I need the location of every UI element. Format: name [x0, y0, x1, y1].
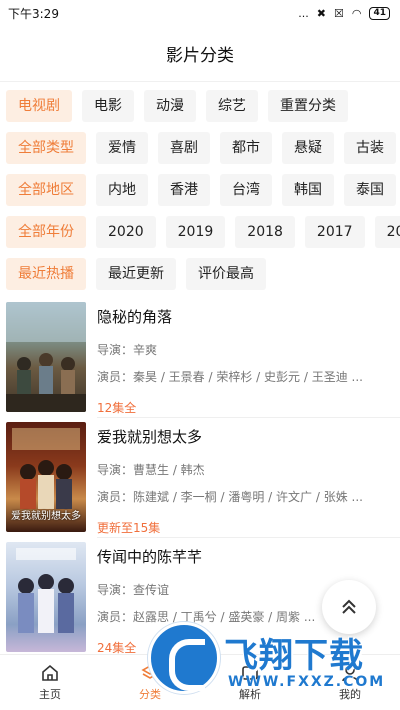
chip-genre-mystery[interactable]: 悬疑: [282, 132, 334, 164]
status-icons: ... ✖ ☒ ◠ 41: [298, 6, 390, 20]
show-poster: [6, 302, 86, 412]
filter-row-genre: 全部类型 爱情 喜剧 都市 悬疑 古装: [6, 132, 400, 166]
status-time: 下午3:29: [8, 6, 59, 21]
chip-sort-rating[interactable]: 评价最高: [186, 258, 266, 290]
poster-art: [6, 302, 86, 412]
show-title[interactable]: 传闻中的陈芊芊: [97, 546, 387, 567]
chip-region-taiwan[interactable]: 台湾: [220, 174, 272, 206]
tab-home[interactable]: 主页: [0, 655, 100, 710]
show-info: 隐秘的角落 导演：辛爽 演员：秦昊 / 王景春 / 荣梓杉 / 史彭元 / 王圣…: [97, 298, 387, 416]
chip-year-2016[interactable]: 2016: [374, 216, 400, 248]
list-item[interactable]: 隐秘的角落 导演：辛爽 演员：秦昊 / 王景春 / 荣梓杉 / 史彭元 / 王圣…: [0, 298, 400, 418]
page-header: 影片分类: [0, 26, 400, 82]
chip-sort-updated[interactable]: 最近更新: [96, 258, 176, 290]
chip-region-korea[interactable]: 韩国: [282, 174, 334, 206]
chip-year-2020[interactable]: 2020: [96, 216, 156, 248]
more-dots-icon: ...: [298, 6, 309, 20]
chip-year-2018[interactable]: 2018: [235, 216, 295, 248]
chip-sort-hot[interactable]: 最近热播: [6, 258, 86, 290]
sim-icon: ☒: [333, 6, 344, 20]
filter-row-channel: 电视剧 电影 动漫 综艺 重置分类: [6, 90, 400, 124]
mute-icon: ✖: [316, 6, 326, 20]
show-poster: 爱我就别想太多: [6, 422, 86, 532]
tab-home-label: 主页: [39, 688, 61, 701]
chip-region-thailand[interactable]: 泰国: [344, 174, 396, 206]
chip-genre-urban[interactable]: 都市: [220, 132, 272, 164]
watermark: 飞翔下载 WWW.FXXZ.COM: [148, 622, 388, 700]
show-title[interactable]: 爱我就别想太多: [97, 426, 387, 447]
filter-row-region: 全部地区 内地 香港 台湾 韩国 泰国: [6, 174, 400, 208]
poster-art: [16, 548, 76, 633]
chip-channel-variety[interactable]: 综艺: [206, 90, 258, 122]
battery-icon: 41: [369, 6, 390, 20]
chip-region-all[interactable]: 全部地区: [6, 174, 86, 206]
show-cast: 演员：陈建斌 / 李一桐 / 潘粤明 / 许文广 / 张姝 ...: [97, 490, 363, 504]
watermark-url: WWW.FXXZ.COM: [228, 674, 386, 690]
poster-title: 爱我就别想太多: [11, 511, 81, 522]
chip-channel-movie[interactable]: 电影: [82, 90, 134, 122]
chip-genre-all[interactable]: 全部类型: [6, 132, 86, 164]
watermark-text: 飞翔下载: [224, 636, 364, 676]
watermark-logo-icon: [148, 622, 220, 694]
show-episodes: 12集全: [97, 401, 137, 415]
show-episodes: 更新至15集: [97, 521, 161, 535]
show-director: 导演：曹慧生 / 韩杰: [97, 463, 205, 477]
status-bar: 下午3:29 ... ✖ ☒ ◠ 41: [0, 0, 400, 26]
list-item[interactable]: 爱我就别想太多 爱我就别想太多 导演：曹慧生 / 韩杰 演员：陈建斌 / 李一桐…: [0, 418, 400, 538]
filter-row-year: 全部年份 2020 2019 2018 2017 2016: [6, 216, 400, 250]
chip-year-2019[interactable]: 2019: [165, 216, 226, 248]
show-title[interactable]: 隐秘的角落: [97, 306, 387, 327]
show-info: 爱我就别想太多 导演：曹慧生 / 韩杰 演员：陈建斌 / 李一桐 / 潘粤明 /…: [97, 418, 387, 536]
chip-region-mainland[interactable]: 内地: [96, 174, 148, 206]
chip-channel-tv[interactable]: 电视剧: [6, 90, 72, 122]
chip-region-hongkong[interactable]: 香港: [158, 174, 210, 206]
home-icon: [42, 664, 58, 681]
chip-channel-anime[interactable]: 动漫: [144, 90, 196, 122]
page-title: 影片分类: [166, 46, 234, 66]
show-cast: 演员：秦昊 / 王景春 / 荣梓杉 / 史彭元 / 王圣迪 ...: [97, 370, 363, 384]
wifi-icon: ◠: [351, 6, 362, 20]
chip-year-all[interactable]: 全部年份: [6, 216, 86, 248]
filter-row-sort: 最近热播 最近更新 评价最高: [6, 258, 400, 292]
double-chevron-up-icon: [342, 599, 356, 614]
chip-year-2017[interactable]: 2017: [304, 216, 365, 248]
chip-genre-costume[interactable]: 古装: [344, 132, 396, 164]
reset-filters-button[interactable]: 重置分类: [268, 90, 348, 122]
show-director: 导演：辛爽: [97, 343, 158, 357]
chip-genre-romance[interactable]: 爱情: [96, 132, 148, 164]
show-poster: [6, 542, 86, 652]
chip-genre-comedy[interactable]: 喜剧: [158, 132, 210, 164]
